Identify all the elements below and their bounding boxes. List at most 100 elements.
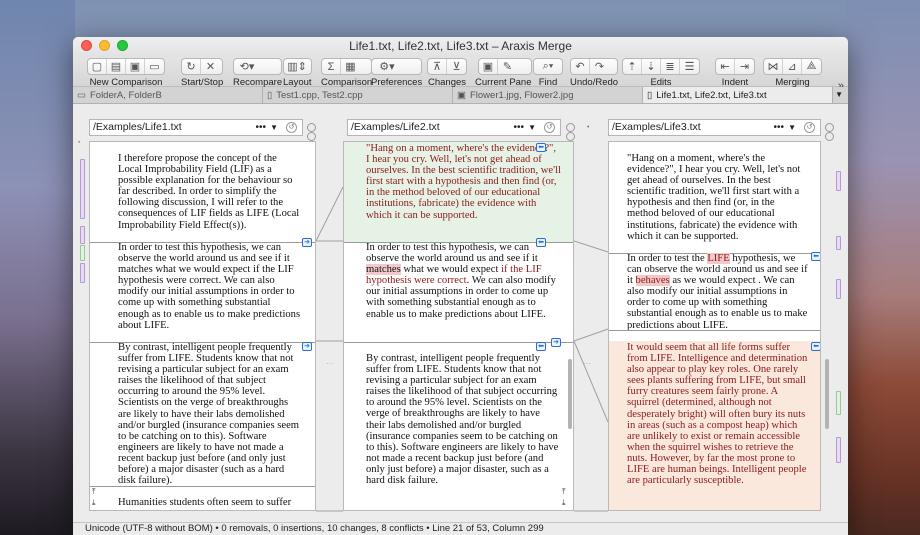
text-block: Humanities students often seem to suffer — [118, 497, 292, 508]
more-icon[interactable]: ••• — [773, 120, 784, 135]
link-toggle-icon[interactable] — [825, 132, 834, 141]
path-field-middle[interactable]: /Examples/Life2.txt ••• ▼ ↺ — [347, 119, 561, 136]
search-icon[interactable]: ⌕▾ — [534, 59, 562, 74]
image-icon: ▣ — [457, 89, 466, 101]
copy-left-icon[interactable]: ⬅ — [536, 143, 546, 152]
changed-text: matches — [366, 264, 401, 276]
chevron-down-icon[interactable]: ▼ — [270, 120, 278, 135]
ellipsis-icon: ··· — [583, 359, 591, 368]
window-title: Life1.txt, Life2.txt, Life3.txt – Araxis… — [349, 39, 572, 53]
desktop-background-right — [845, 0, 920, 535]
link-toggle-icon[interactable] — [566, 123, 575, 132]
prev-change-icon[interactable]: ⊼ — [428, 59, 447, 74]
merge-b-icon[interactable]: ⊿ — [783, 59, 802, 74]
undo-icon[interactable]: ↶ — [571, 59, 590, 74]
path-text: /Examples/Life2.txt — [351, 121, 440, 133]
copy-left-icon[interactable]: ⬅ — [811, 342, 820, 351]
sigma-icon[interactable]: Σ — [322, 59, 341, 74]
text-block: In order to test this hypothesis, we can… — [118, 242, 301, 331]
chevron-down-icon[interactable]: ▼ — [528, 120, 536, 135]
pane-middle[interactable]: "Hang on a moment, where's the evidence?… — [343, 141, 574, 511]
tab-text-comparison[interactable]: ▯ Test1.cpp, Test2.cpp — [263, 87, 453, 103]
link-toggle-icon[interactable] — [307, 132, 316, 141]
new-window-icon[interactable]: ▭ — [145, 59, 164, 74]
edit-b-icon[interactable]: ⇣ — [642, 59, 661, 74]
tab-active-comparison[interactable]: ▯ Life1.txt, Life2.txt, Life3.txt — [643, 87, 833, 103]
file-icon: ▯ — [267, 89, 273, 101]
tab-label: Test1.cpp, Test2.cpp — [276, 89, 363, 101]
pane-right[interactable]: "Hang on a moment, where's the evidence?… — [608, 141, 821, 511]
recompare-icon[interactable]: ⟲▾ — [234, 59, 260, 74]
merge-c-icon[interactable]: ⟁ — [802, 59, 821, 74]
text-block: "Hang on a moment, where's the evidence?… — [627, 153, 801, 242]
folder-icon: ▭ — [77, 89, 86, 101]
copy-left-icon[interactable]: ⬅ — [536, 238, 546, 247]
tab-label: Flower1.jpg, Flower2.jpg — [469, 89, 574, 101]
gutter-marker-icon: ▪ — [78, 139, 81, 146]
status-bar: Unicode (UTF-8 without BOM) • 0 removals… — [73, 522, 848, 535]
change-overview-left[interactable] — [79, 141, 86, 511]
title-bar: Life1.txt, Life2.txt, Life3.txt – Araxis… — [73, 37, 848, 57]
tab-image-comparison[interactable]: ▣ Flower1.jpg, Flower2.jpg — [453, 87, 643, 103]
desktop-background-left — [0, 0, 75, 535]
new-image-icon[interactable]: ▣ — [126, 59, 145, 74]
tab-overflow-icon[interactable]: ▼ — [833, 87, 848, 103]
save-icon[interactable]: ▣ — [479, 59, 498, 74]
gear-icon[interactable]: ⚙▾ — [372, 59, 402, 74]
new-folder-icon[interactable]: ▤ — [107, 59, 126, 74]
refresh-icon[interactable]: ↻ — [182, 59, 201, 74]
outdent-icon[interactable]: ⇤ — [716, 59, 735, 74]
link-toggle-icon[interactable] — [825, 123, 834, 132]
copy-left-icon[interactable]: ⬅ — [536, 342, 546, 351]
edit-a-icon[interactable]: ⇡ — [623, 59, 642, 74]
next-change-icon[interactable]: ⊻ — [447, 59, 466, 74]
path-text: /Examples/Life3.txt — [612, 121, 701, 133]
ellipsis-icon: ··· — [326, 359, 334, 368]
tab-label: FolderA, FolderB — [89, 89, 162, 101]
conflict-block: It would seem that all life forms suffer… — [609, 341, 820, 510]
copy-left-icon[interactable]: ⬅ — [811, 252, 820, 261]
tab-folder-comparison[interactable]: ▭ FolderA, FolderB — [73, 87, 263, 103]
history-icon[interactable]: ↺ — [544, 122, 555, 133]
indent-icon[interactable]: ⇥ — [735, 59, 754, 74]
merge-a-icon[interactable]: ⋈ — [764, 59, 783, 74]
pane-left[interactable]: I therefore propose the concept of the L… — [89, 141, 316, 511]
text-block: I therefore propose the concept of the L… — [118, 153, 300, 231]
last-change-icon[interactable]: ⤓ — [562, 498, 566, 508]
layout-icon[interactable]: ▥⇕ — [284, 59, 310, 74]
path-field-left[interactable]: /Examples/Life1.txt ••• ▼ ↺ — [89, 119, 303, 136]
minimize-button[interactable] — [99, 40, 110, 51]
link-toggle-icon[interactable] — [566, 132, 575, 141]
edit-icon[interactable]: ✎ — [498, 59, 517, 74]
new-file-icon[interactable]: ▢ — [88, 59, 107, 74]
comparison-area: /Examples/Life1.txt ••• ▼ ↺ /Examples/Li… — [73, 104, 848, 522]
link-toggle-icon[interactable] — [307, 123, 316, 132]
copy-right-icon[interactable]: ➔ — [302, 238, 312, 247]
app-window: Life1.txt, Life2.txt, Life3.txt – Araxis… — [73, 37, 848, 535]
path-text: /Examples/Life1.txt — [93, 121, 182, 133]
stop-icon[interactable]: ✕ — [201, 59, 220, 74]
change-overview-right[interactable] — [835, 141, 842, 511]
copy-right-icon[interactable]: ➔ — [551, 338, 561, 347]
edit-c-icon[interactable]: ≣ — [661, 59, 680, 74]
redo-icon[interactable]: ↷ — [590, 59, 609, 74]
last-change-icon[interactable]: ⤓ — [92, 498, 96, 508]
zoom-button[interactable] — [117, 40, 128, 51]
more-icon[interactable]: ••• — [255, 120, 266, 135]
first-change-icon[interactable]: ⤒ — [562, 487, 566, 497]
compare-icon[interactable]: ▦ — [341, 59, 360, 74]
copy-right-icon[interactable]: ➔ — [302, 342, 312, 351]
chevron-down-icon[interactable]: ▼ — [788, 120, 796, 135]
document-tab-bar: ▭ FolderA, FolderB ▯ Test1.cpp, Test2.cpp … — [73, 87, 848, 104]
edit-d-icon[interactable]: ☰ — [680, 59, 699, 74]
text-block: In order to test the LIFE hypothesis, we… — [627, 253, 808, 331]
history-icon[interactable]: ↺ — [804, 122, 815, 133]
path-field-right[interactable]: /Examples/Life3.txt ••• ▼ ↺ — [608, 119, 821, 136]
close-button[interactable] — [81, 40, 92, 51]
history-icon[interactable]: ↺ — [286, 122, 297, 133]
more-icon[interactable]: ••• — [513, 120, 524, 135]
text-block: By contrast, intelligent people frequent… — [118, 342, 300, 487]
file-icon: ▯ — [647, 89, 653, 101]
bullet-icon: • — [587, 124, 590, 131]
first-change-icon[interactable]: ⤒ — [92, 487, 96, 497]
